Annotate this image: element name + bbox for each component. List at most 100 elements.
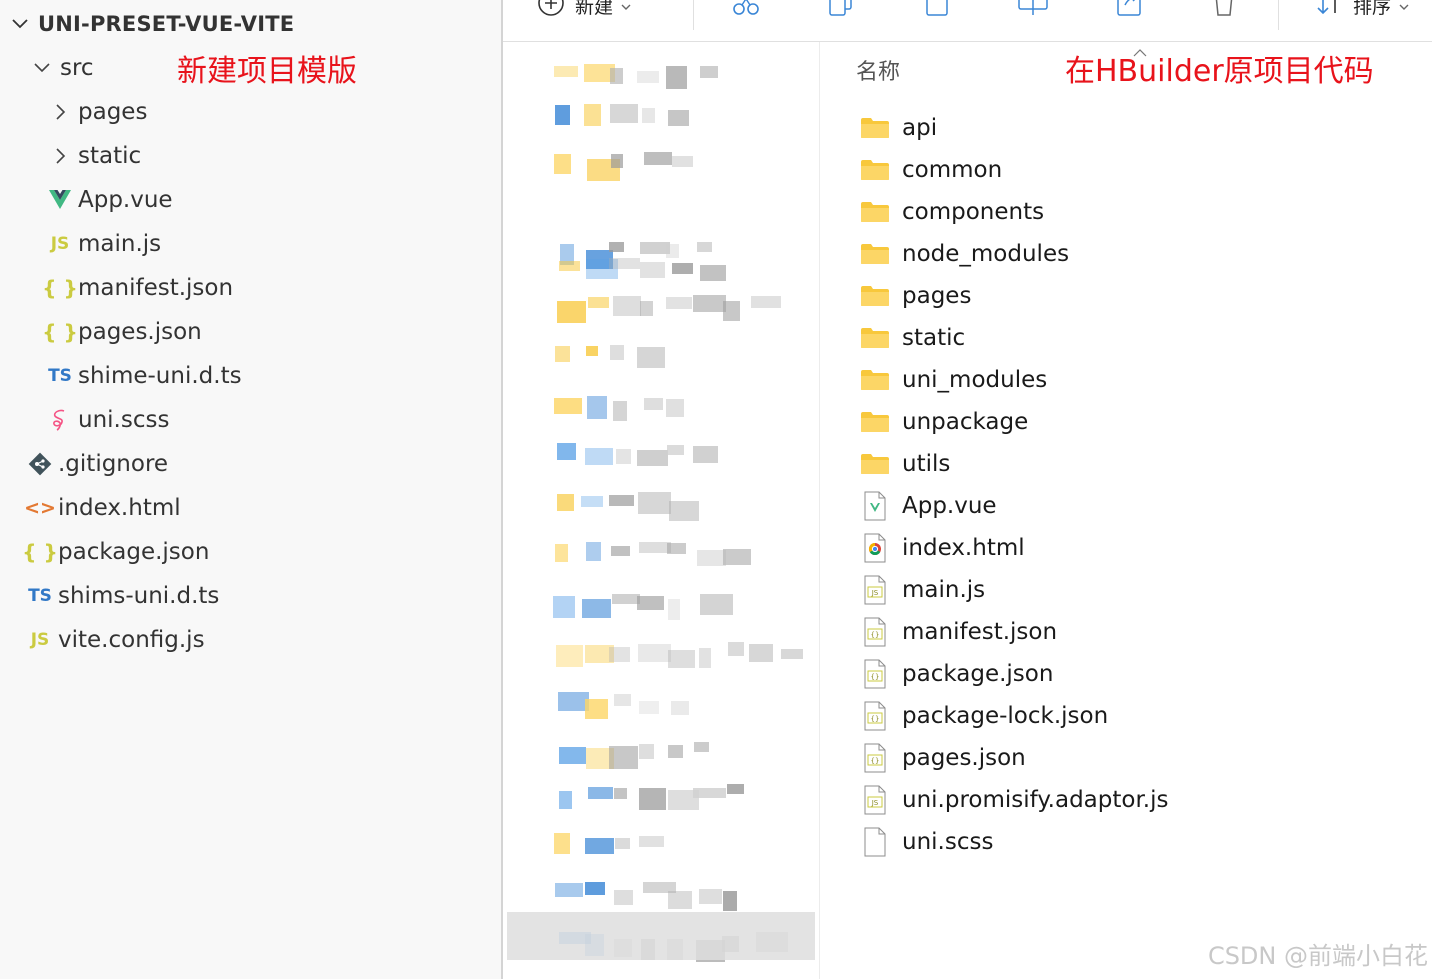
sort-button[interactable]: 排序 bbox=[1315, 0, 1409, 20]
file-row[interactable]: JS uni.promisify.adaptor.js bbox=[860, 779, 1169, 821]
redacted-pixel-block bbox=[668, 650, 695, 668]
json-file-icon: {} bbox=[863, 701, 887, 731]
file-row[interactable]: {} package-lock.json bbox=[860, 695, 1108, 737]
csdn-watermark: CSDN @前端小白花 bbox=[1207, 942, 1428, 970]
file-name: main.js bbox=[902, 577, 986, 603]
annotation-hbuilder-project: 在HBuilder原项目代码 bbox=[1065, 54, 1374, 89]
redacted-pixel-block bbox=[644, 398, 663, 410]
file-row[interactable]: uni_modules bbox=[860, 359, 1047, 401]
json-file-icon: { } bbox=[22, 540, 58, 564]
redacted-pixel-block bbox=[672, 263, 693, 274]
redacted-pixel-block bbox=[611, 154, 623, 168]
file-row[interactable]: {} manifest.json bbox=[860, 611, 1057, 653]
paste-button[interactable] bbox=[923, 0, 951, 20]
tree-item-pages-json[interactable]: { } pages.json bbox=[0, 310, 501, 354]
redacted-pixel-block bbox=[555, 346, 570, 362]
new-button-label: 新建 bbox=[575, 0, 614, 18]
tree-item-app-vue[interactable]: App.vue bbox=[0, 178, 501, 222]
file-row[interactable]: node_modules bbox=[860, 233, 1069, 275]
redacted-pixel-block bbox=[668, 891, 692, 909]
file-name: package-lock.json bbox=[902, 703, 1109, 729]
file-row[interactable]: JS main.js bbox=[860, 569, 985, 611]
folder-icon bbox=[860, 201, 890, 223]
redacted-pixel-block bbox=[615, 838, 630, 849]
file-row[interactable]: {} package.json bbox=[860, 653, 1053, 695]
folder-icon bbox=[860, 411, 890, 433]
redacted-pixel-block bbox=[727, 784, 744, 794]
redacted-pixel-block bbox=[613, 296, 641, 316]
tree-item-label: manifest.json bbox=[78, 275, 234, 301]
file-row[interactable]: {} pages.json bbox=[860, 737, 1026, 779]
json-file-icon: {} bbox=[863, 743, 887, 773]
redacted-pixel-block bbox=[555, 883, 583, 897]
file-row[interactable]: utils bbox=[860, 443, 950, 485]
svg-text:{}: {} bbox=[871, 673, 880, 681]
rename-button[interactable] bbox=[1017, 0, 1049, 20]
tree-item-pages[interactable]: pages bbox=[0, 90, 501, 134]
chevron-right-icon bbox=[48, 144, 72, 168]
delete-button[interactable] bbox=[1211, 0, 1237, 20]
redacted-pixel-block bbox=[557, 443, 576, 460]
redacted-pixel-block bbox=[669, 501, 699, 521]
redacted-pixel-block bbox=[667, 445, 684, 455]
file-row[interactable]: components bbox=[860, 191, 1044, 233]
redacted-pixel-block bbox=[640, 301, 653, 316]
file-row[interactable]: unpackage bbox=[860, 401, 1028, 443]
file-name: uni.promisify.adaptor.js bbox=[902, 787, 1169, 813]
redacted-pixel-block bbox=[642, 108, 655, 123]
delete-icon bbox=[1211, 0, 1237, 21]
tree-item-shime-uni-d-ts[interactable]: TS shime-uni.d.ts bbox=[0, 354, 501, 398]
new-button[interactable]: 新建 bbox=[537, 0, 631, 20]
file-name: pages.json bbox=[902, 745, 1026, 771]
tree-item-package-json[interactable]: { } package.json bbox=[0, 530, 501, 574]
tree-item-static[interactable]: static bbox=[0, 134, 501, 178]
file-name: static bbox=[902, 325, 966, 351]
tree-item-vite-config-js[interactable]: JS vite.config.js bbox=[0, 618, 501, 662]
file-row[interactable]: common bbox=[860, 149, 1002, 191]
redacted-pixel-block bbox=[699, 648, 711, 668]
share-button[interactable] bbox=[1115, 0, 1143, 20]
nav-scrollbar[interactable] bbox=[507, 912, 815, 960]
tree-item-label: static bbox=[78, 143, 142, 169]
file-row[interactable]: App.vue bbox=[860, 485, 997, 527]
file-row[interactable]: index.html bbox=[860, 527, 1025, 569]
redacted-pixel-block bbox=[671, 701, 689, 715]
redacted-pixel-block bbox=[609, 242, 624, 252]
tree-item-index-html[interactable]: <> index.html bbox=[0, 486, 501, 530]
file-name: index.html bbox=[902, 535, 1025, 561]
file-name: utils bbox=[902, 451, 951, 477]
tree-item-manifest-json[interactable]: { } manifest.json bbox=[0, 266, 501, 310]
tree-item-gitignore[interactable]: .gitignore bbox=[0, 442, 501, 486]
sass-icon bbox=[48, 408, 72, 432]
redacted-pixel-block bbox=[639, 701, 659, 714]
redacted-pixel-block bbox=[693, 295, 726, 312]
redacted-pixel-block bbox=[639, 744, 654, 759]
file-name: api bbox=[902, 115, 938, 141]
tree-item-uni-scss[interactable]: uni.scss bbox=[0, 398, 501, 442]
copy-button[interactable] bbox=[827, 0, 855, 20]
tree-item-shims-uni-d-ts[interactable]: TS shims-uni.d.ts bbox=[0, 574, 501, 618]
redacted-pixel-block bbox=[639, 788, 666, 810]
file-row[interactable]: api bbox=[860, 107, 937, 149]
paste-icon bbox=[923, 0, 951, 21]
redacted-pixel-block bbox=[585, 448, 613, 465]
json-file-icon: { } bbox=[42, 276, 78, 300]
redacted-pixel-block bbox=[637, 347, 665, 368]
redacted-pixel-block bbox=[609, 258, 640, 269]
column-header-name[interactable]: 名称 bbox=[856, 54, 900, 86]
redacted-pixel-block bbox=[555, 544, 568, 562]
file-row[interactable]: static bbox=[860, 317, 965, 359]
explorer-root-folder[interactable]: UNI-PRESET-VUE-VITE bbox=[0, 2, 501, 46]
tree-item-main-js[interactable]: JS main.js bbox=[0, 222, 501, 266]
redacted-pixel-block bbox=[672, 156, 693, 167]
redacted-pixel-block bbox=[587, 396, 607, 419]
js-file-icon: JS bbox=[30, 630, 50, 650]
redacted-pixel-block bbox=[668, 110, 689, 126]
json-file-icon: { } bbox=[42, 320, 78, 344]
tree-item-label: src bbox=[60, 55, 94, 81]
cut-button[interactable] bbox=[731, 0, 761, 20]
git-icon bbox=[28, 452, 52, 476]
file-row[interactable]: pages bbox=[860, 275, 971, 317]
file-row[interactable]: uni.scss bbox=[860, 821, 993, 863]
toolbar-separator bbox=[1278, 0, 1279, 30]
